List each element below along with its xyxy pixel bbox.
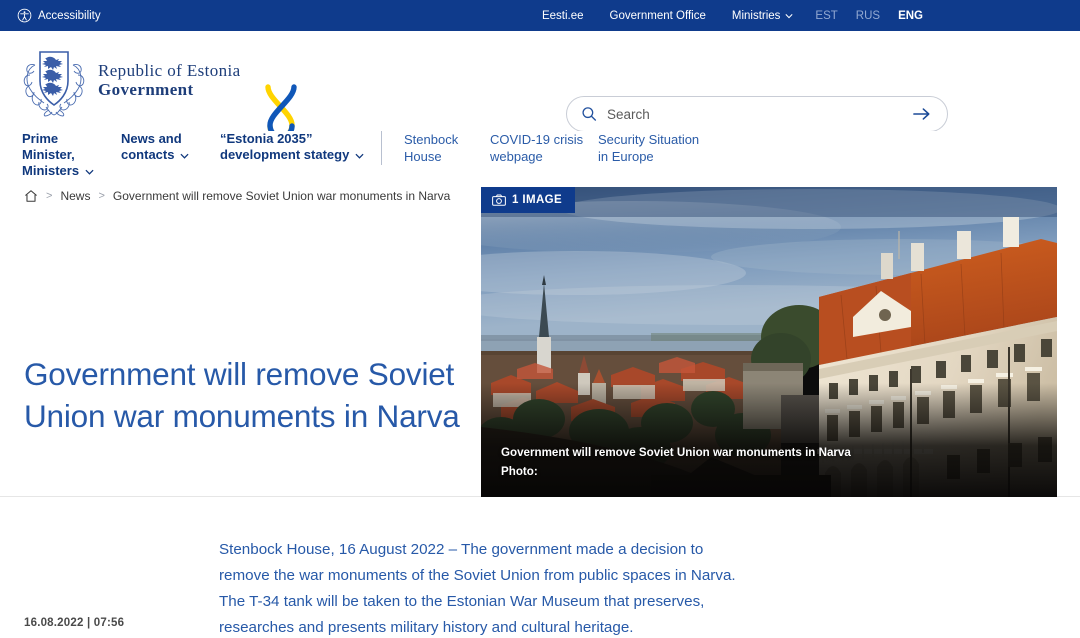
topbar-link-government-office[interactable]: Government Office bbox=[597, 10, 719, 22]
search-icon bbox=[581, 106, 597, 122]
camera-icon bbox=[492, 194, 506, 206]
article-right-column: 1 IMAGE Government will remove Soviet Un… bbox=[479, 175, 1080, 496]
topbar-link-ministries[interactable]: Ministries bbox=[719, 10, 807, 22]
logo-text: Republic of Estonia Government bbox=[98, 61, 241, 99]
breadcrumb-separator: > bbox=[98, 190, 104, 202]
chevron-down-icon bbox=[180, 153, 189, 159]
image-caption-line2: Photo: bbox=[501, 462, 851, 481]
image-caption: Government will remove Soviet Union war … bbox=[501, 443, 851, 481]
nav-item-covid-19-crisis-webpage[interactable]: COVID-19 crisis webpage bbox=[490, 131, 598, 165]
article-body: Stenbock House, 16 August 2022 – The gov… bbox=[0, 497, 1080, 638]
home-icon[interactable] bbox=[24, 189, 38, 203]
nav-item-line2-row: development stategy bbox=[220, 147, 364, 163]
logo-line-government: Government bbox=[98, 80, 241, 99]
chevron-down-icon bbox=[85, 169, 94, 175]
search-box[interactable] bbox=[566, 96, 948, 132]
accessibility-label: Accessibility bbox=[38, 10, 101, 22]
top-utility-bar: Accessibility Eesti.ee Government Office… bbox=[0, 0, 1080, 31]
nav-item-line1: Stenbock bbox=[404, 131, 482, 148]
nav-item-line2: contacts bbox=[121, 147, 174, 162]
nav-secondary-group: Stenbock House COVID-19 crisis webpage S… bbox=[404, 131, 708, 165]
topbar-link-label: Government Office bbox=[610, 10, 706, 22]
topbar-link-label: Eesti.ee bbox=[542, 10, 584, 22]
image-count-label: 1 IMAGE bbox=[512, 194, 562, 206]
nav-item-line1: Prime Minister, bbox=[22, 131, 113, 163]
nav-item-line2: development stategy bbox=[220, 147, 349, 162]
logo-line-republic: Republic of Estonia bbox=[98, 61, 241, 80]
topbar-link-label: Ministries bbox=[732, 10, 781, 22]
accessibility-icon bbox=[17, 8, 32, 23]
main-navigation: Prime Minister, Ministers News and conta… bbox=[0, 131, 1080, 175]
language-switch-est[interactable]: EST bbox=[806, 10, 846, 22]
nav-divider bbox=[381, 131, 382, 165]
image-caption-line1: Government will remove Soviet Union war … bbox=[501, 443, 851, 462]
site-header: Republic of Estonia Government bbox=[0, 31, 1080, 131]
nav-item-line2: webpage bbox=[490, 148, 590, 165]
chevron-down-icon bbox=[355, 153, 364, 159]
article-lead-paragraph: Stenbock House, 16 August 2022 – The gov… bbox=[219, 537, 754, 638]
accessibility-button[interactable]: Accessibility bbox=[17, 8, 101, 23]
breadcrumb-item-news[interactable]: News bbox=[60, 189, 90, 203]
nav-item-news-and-contacts[interactable]: News and contacts bbox=[121, 131, 220, 179]
article-hero-image[interactable]: 1 IMAGE Government will remove Soviet Un… bbox=[481, 187, 1057, 497]
page-content: > News > Government will remove Soviet U… bbox=[0, 175, 1080, 638]
nav-item-line1: COVID-19 crisis bbox=[490, 131, 590, 148]
page-title: Government will remove Soviet Union war … bbox=[24, 353, 470, 437]
nav-item-line1: Security Situation bbox=[598, 131, 700, 148]
nav-item-security-situation-in-europe[interactable]: Security Situation in Europe bbox=[598, 131, 708, 165]
breadcrumb-separator: > bbox=[46, 190, 52, 202]
nav-item-line2: House bbox=[404, 148, 482, 165]
chevron-down-icon bbox=[785, 12, 793, 20]
nav-item-line2-row: contacts bbox=[121, 147, 212, 163]
arrow-right-icon bbox=[913, 107, 931, 121]
article-hero-row: > News > Government will remove Soviet U… bbox=[0, 175, 1080, 497]
site-logo[interactable]: Republic of Estonia Government bbox=[22, 43, 241, 117]
topbar-link-eesti-ee[interactable]: Eesti.ee bbox=[529, 10, 597, 22]
breadcrumb: > News > Government will remove Soviet U… bbox=[24, 175, 455, 203]
nav-item-stenbock-house[interactable]: Stenbock House bbox=[404, 131, 490, 165]
search-input[interactable] bbox=[607, 107, 913, 122]
nav-item-estonia-2035[interactable]: “Estonia 2035” development stategy bbox=[220, 131, 372, 179]
breadcrumb-item-current: Government will remove Soviet Union war … bbox=[113, 189, 450, 203]
top-utility-links: Eesti.ee Government Office Ministries ES… bbox=[529, 0, 1080, 31]
language-switch-rus[interactable]: RUS bbox=[847, 10, 889, 22]
article-left-column: > News > Government will remove Soviet U… bbox=[0, 175, 479, 496]
nav-item-line2: in Europe bbox=[598, 148, 700, 165]
image-count-badge[interactable]: 1 IMAGE bbox=[481, 187, 575, 213]
nav-item-line1: News and bbox=[121, 131, 212, 147]
nav-item-prime-minister-ministers[interactable]: Prime Minister, Ministers bbox=[22, 131, 121, 179]
nav-primary-group: Prime Minister, Ministers News and conta… bbox=[22, 131, 372, 179]
estonia-coat-of-arms-icon bbox=[22, 43, 86, 117]
nav-item-line1: “Estonia 2035” bbox=[220, 131, 364, 147]
search-submit-button[interactable] bbox=[913, 107, 931, 121]
language-switch-eng[interactable]: ENG bbox=[889, 10, 932, 22]
article-timestamp: 16.08.2022 | 07:56 bbox=[24, 617, 124, 629]
